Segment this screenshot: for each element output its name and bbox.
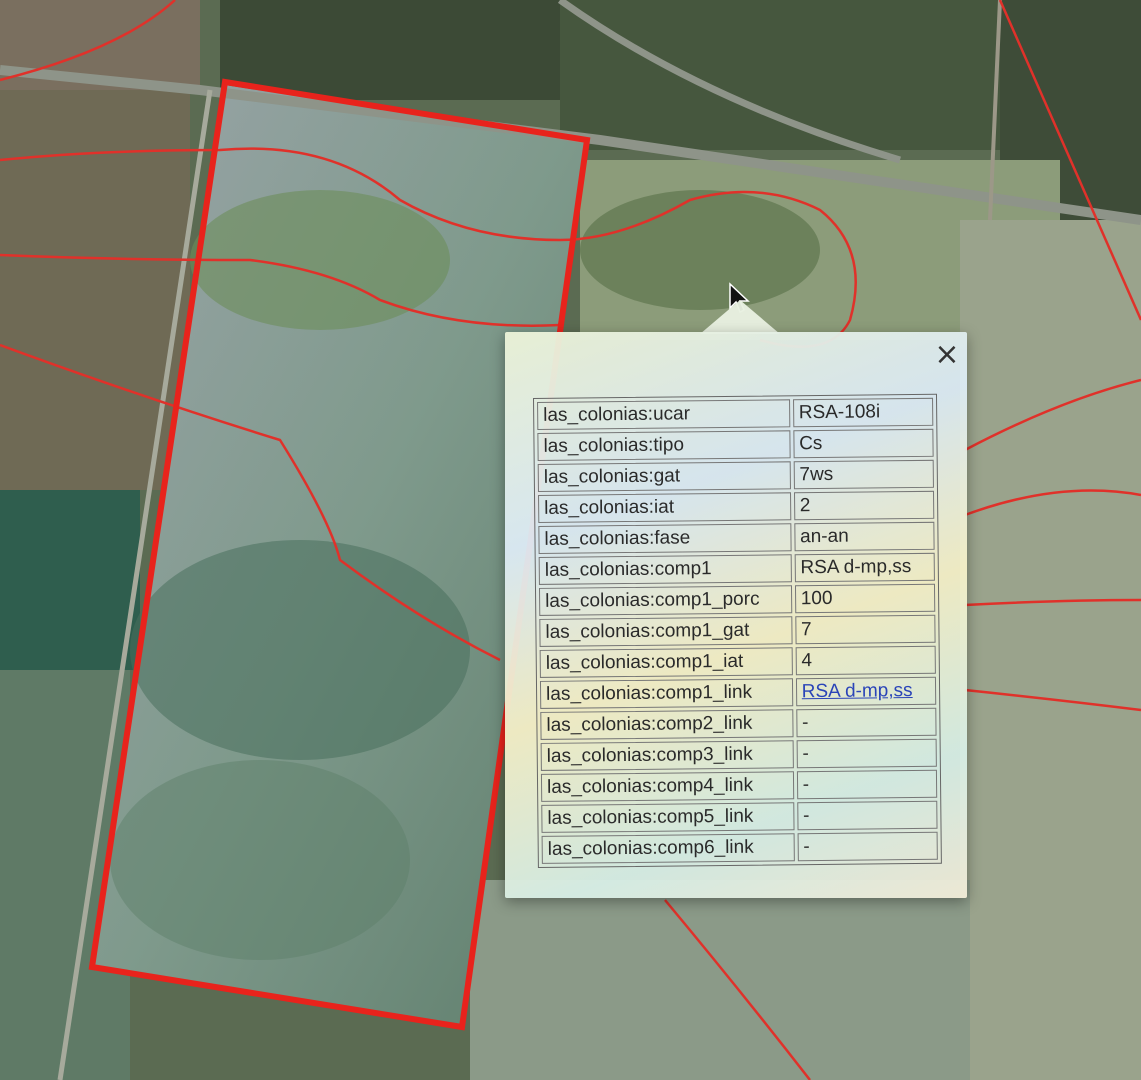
table-row: las_colonias:comp2_link -: [540, 707, 937, 740]
attribute-key: las_colonias:ucar: [537, 399, 790, 430]
attribute-key: las_colonias:comp1: [538, 554, 792, 585]
table-row: las_colonias:comp1_gat 7: [539, 614, 936, 647]
attribute-value: -: [797, 831, 938, 862]
table-row: las_colonias:comp4_link -: [540, 769, 938, 802]
table-row: las_colonias:comp1_iat 4: [539, 645, 936, 678]
table-row: las_colonias:comp5_link -: [541, 800, 938, 833]
attribute-value: 2: [793, 490, 935, 521]
attribute-key: las_colonias:comp3_link: [540, 740, 794, 771]
table-row: las_colonias:tipo Cs: [537, 428, 934, 461]
attribute-value: -: [796, 769, 938, 800]
close-icon[interactable]: ×: [932, 340, 962, 370]
attribute-value: -: [796, 738, 937, 769]
attribute-key: las_colonias:comp2_link: [540, 709, 794, 740]
attribute-key: las_colonias:comp1_porc: [538, 585, 792, 616]
attribute-table: las_colonias:ucar RSA-108i las_colonias:ti…: [533, 393, 942, 868]
attribute-value: an-an: [793, 521, 935, 552]
attribute-value: RSA d-mp,ss: [795, 676, 937, 707]
attribute-key: las_colonias:comp1_link: [539, 678, 793, 709]
table-row: las_colonias:fase an-an: [538, 521, 935, 554]
attribute-value: 7: [794, 614, 936, 645]
attribute-value: RSA d-mp,ss: [794, 552, 935, 583]
table-row: las_colonias:ucar RSA-108i: [537, 397, 934, 430]
attribute-value: 4: [795, 645, 936, 676]
attribute-key: las_colonias:iat: [538, 492, 791, 523]
attribute-key: las_colonias:comp5_link: [541, 802, 795, 833]
attribute-key: las_colonias:fase: [538, 523, 792, 554]
table-row: las_colonias:gat 7ws: [537, 459, 934, 492]
table-row: las_colonias:comp6_link -: [541, 831, 938, 864]
attribute-value: -: [795, 707, 937, 738]
table-row: las_colonias:comp1_link RSA d-mp,ss: [539, 676, 937, 709]
attribute-value: Cs: [792, 428, 934, 459]
attribute-key: las_colonias:tipo: [537, 430, 791, 461]
attribute-value: RSA-108i: [792, 397, 934, 428]
attribute-value: 7ws: [793, 459, 934, 490]
table-row: las_colonias:comp1 RSA d-mp,ss: [538, 552, 935, 585]
attribute-key: las_colonias:comp6_link: [541, 833, 795, 864]
attribute-value: 100: [794, 583, 936, 614]
popup-pointer: [700, 300, 780, 334]
attribute-key: las_colonias:gat: [537, 461, 791, 492]
attribute-value: -: [796, 800, 938, 831]
table-row: las_colonias:comp1_porc 100: [538, 583, 936, 616]
attribute-key: las_colonias:comp1_gat: [539, 616, 793, 647]
attribute-key: las_colonias:comp4_link: [540, 771, 794, 802]
attribute-link[interactable]: RSA d-mp,ss: [802, 680, 913, 702]
attribute-key: las_colonias:comp1_iat: [539, 647, 793, 678]
table-row: las_colonias:iat 2: [538, 490, 935, 523]
table-row: las_colonias:comp3_link -: [540, 738, 937, 771]
